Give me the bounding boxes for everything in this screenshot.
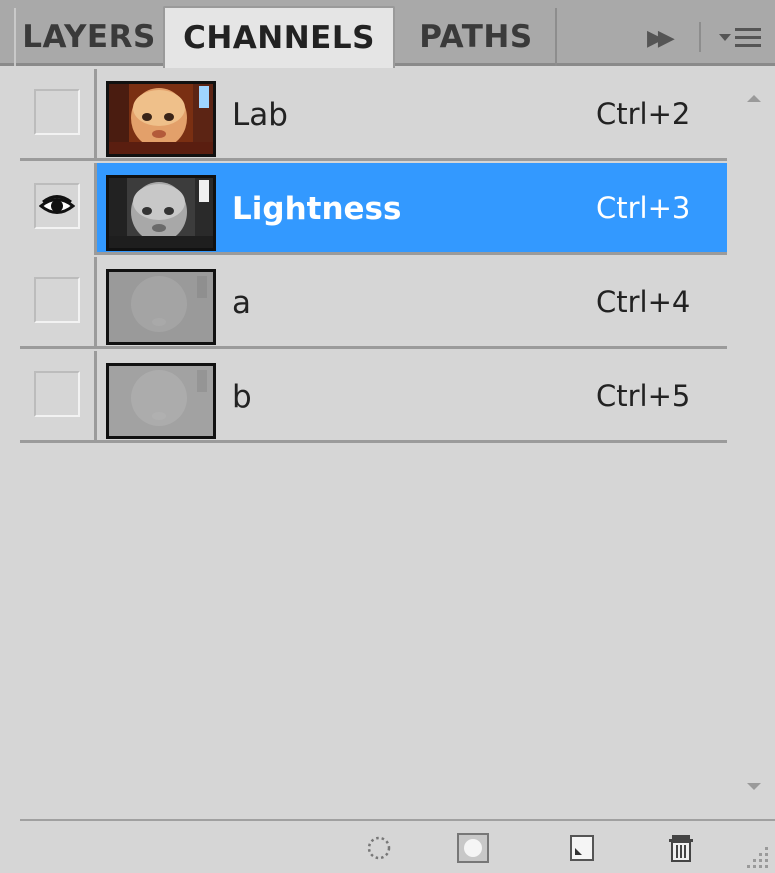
tab-channels[interactable]: CHANNELS	[163, 6, 395, 68]
channel-thumbnail-lightness	[106, 175, 216, 251]
panel-menu-icon[interactable]	[719, 24, 775, 52]
fast-forward-icon[interactable]: ▶▶	[647, 26, 675, 51]
channel-name[interactable]: Lab	[232, 97, 288, 133]
channel-shortcut: Ctrl+3	[596, 191, 691, 225]
tab-paths[interactable]: PATHS	[397, 8, 557, 66]
channel-thumbnail-lab	[106, 81, 216, 157]
channel-row-lab[interactable]: Lab Ctrl+2	[20, 69, 727, 161]
visibility-toggle[interactable]	[34, 371, 80, 417]
resize-grip-icon[interactable]	[745, 843, 771, 869]
scroll-up-arrow-icon[interactable]	[747, 95, 761, 102]
visibility-toggle[interactable]	[34, 277, 80, 323]
visibility-cell[interactable]	[20, 257, 97, 349]
vertical-scrollbar[interactable]	[727, 69, 775, 819]
tab-layers[interactable]: LAYERS	[14, 8, 162, 66]
channel-thumbnail-a	[106, 269, 216, 345]
channel-name[interactable]: Lightness	[232, 191, 401, 227]
mask-icon[interactable]	[456, 833, 490, 863]
scroll-down-arrow-icon[interactable]	[747, 783, 761, 790]
panel-tab-bar: LAYERS CHANNELS PATHS ▶▶	[0, 0, 775, 68]
channel-shortcut: Ctrl+4	[596, 285, 691, 319]
visibility-toggle[interactable]	[34, 89, 80, 135]
channel-row-lightness[interactable]: Lightness Ctrl+3	[20, 163, 727, 255]
tab-separator	[699, 22, 701, 52]
channel-row-a[interactable]: a Ctrl+4	[20, 257, 727, 349]
channels-panel: LAYERS CHANNELS PATHS ▶▶ Lab Ctrl+2 Ligh…	[0, 0, 775, 873]
tab-bar-controls: ▶▶	[559, 8, 775, 66]
new-page-icon[interactable]	[566, 833, 600, 863]
visibility-cell[interactable]	[20, 351, 97, 443]
dotted-circle-icon[interactable]	[362, 833, 396, 863]
channel-shortcut: Ctrl+5	[596, 379, 691, 413]
channel-list: Lab Ctrl+2 Lightness Ctrl+3 a Ctrl+4 b C…	[0, 69, 727, 819]
visibility-toggle[interactable]	[34, 183, 80, 229]
eye-icon	[39, 195, 75, 214]
channel-name[interactable]: a	[232, 285, 251, 321]
channel-row-b[interactable]: b Ctrl+5	[20, 351, 727, 443]
visibility-cell[interactable]	[20, 163, 97, 255]
channel-thumbnail-b	[106, 363, 216, 439]
trash-icon[interactable]	[664, 833, 698, 863]
channel-name[interactable]: b	[232, 379, 252, 415]
channel-shortcut: Ctrl+2	[596, 97, 691, 131]
channel-actions-bar	[20, 819, 775, 873]
visibility-cell[interactable]	[20, 69, 97, 161]
